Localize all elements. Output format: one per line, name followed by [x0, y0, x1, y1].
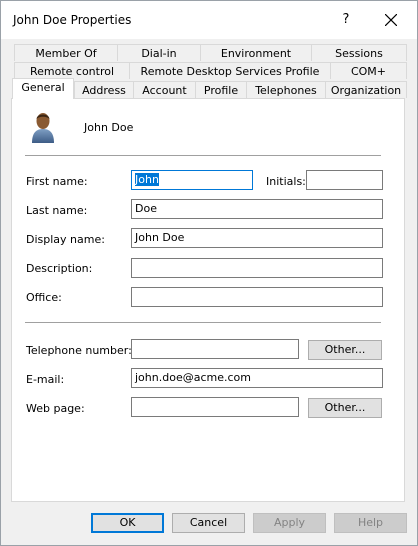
tab-dial-in[interactable]: Dial-in	[117, 44, 201, 61]
last-name-label: Last name:	[26, 204, 88, 217]
initials-label: Initials:	[266, 175, 306, 188]
help-button[interactable]: Help	[334, 513, 407, 533]
telephone-field[interactable]	[131, 339, 299, 359]
last-name-field[interactable]: Doe	[131, 199, 383, 219]
tab-profile[interactable]: Profile	[195, 81, 247, 98]
web-page-other-button[interactable]: Other...	[308, 398, 382, 418]
apply-button[interactable]: Apply	[253, 513, 326, 533]
separator-middle	[25, 322, 381, 323]
tab-rds-profile[interactable]: Remote Desktop Services Profile	[129, 62, 331, 79]
display-name-label: Display name:	[26, 233, 105, 246]
tab-account[interactable]: Account	[133, 81, 196, 98]
tab-member-of[interactable]: Member Of	[14, 44, 118, 61]
tab-remote-control[interactable]: Remote control	[14, 62, 130, 79]
description-label: Description:	[26, 262, 93, 275]
user-avatar-icon	[32, 113, 54, 143]
web-page-field[interactable]	[131, 397, 299, 417]
telephone-other-button[interactable]: Other...	[308, 340, 382, 360]
close-button[interactable]	[371, 5, 411, 35]
separator-top	[25, 155, 381, 156]
description-field[interactable]	[131, 258, 383, 278]
close-icon	[385, 14, 397, 26]
user-display-name: John Doe	[84, 121, 134, 134]
tab-environment[interactable]: Environment	[200, 44, 312, 61]
tab-general[interactable]: General	[12, 78, 74, 99]
email-field[interactable]: john.doe@acme.com	[131, 368, 383, 388]
office-field[interactable]	[131, 287, 383, 307]
display-name-field[interactable]: John Doe	[131, 228, 383, 248]
help-title-button[interactable]: ?	[327, 5, 365, 35]
office-label: Office:	[26, 291, 62, 304]
first-name-label: First name:	[26, 175, 88, 188]
initials-field[interactable]	[306, 170, 383, 190]
tab-sessions[interactable]: Sessions	[311, 44, 407, 61]
tab-com-plus[interactable]: COM+	[330, 62, 407, 79]
tab-address[interactable]: Address	[74, 81, 134, 98]
title-bar: John Doe Properties ?	[1, 1, 417, 39]
tab-telephones[interactable]: Telephones	[246, 81, 326, 98]
tab-organization[interactable]: Organization	[325, 81, 407, 98]
email-label: E-mail:	[26, 373, 65, 386]
cancel-button[interactable]: Cancel	[172, 513, 245, 533]
ok-button[interactable]: OK	[91, 513, 164, 533]
telephone-label: Telephone number:	[26, 344, 132, 357]
first-name-value: John	[135, 173, 159, 186]
web-page-label: Web page:	[26, 402, 85, 415]
window-title: John Doe Properties	[13, 13, 132, 27]
first-name-field[interactable]: John	[131, 170, 253, 190]
